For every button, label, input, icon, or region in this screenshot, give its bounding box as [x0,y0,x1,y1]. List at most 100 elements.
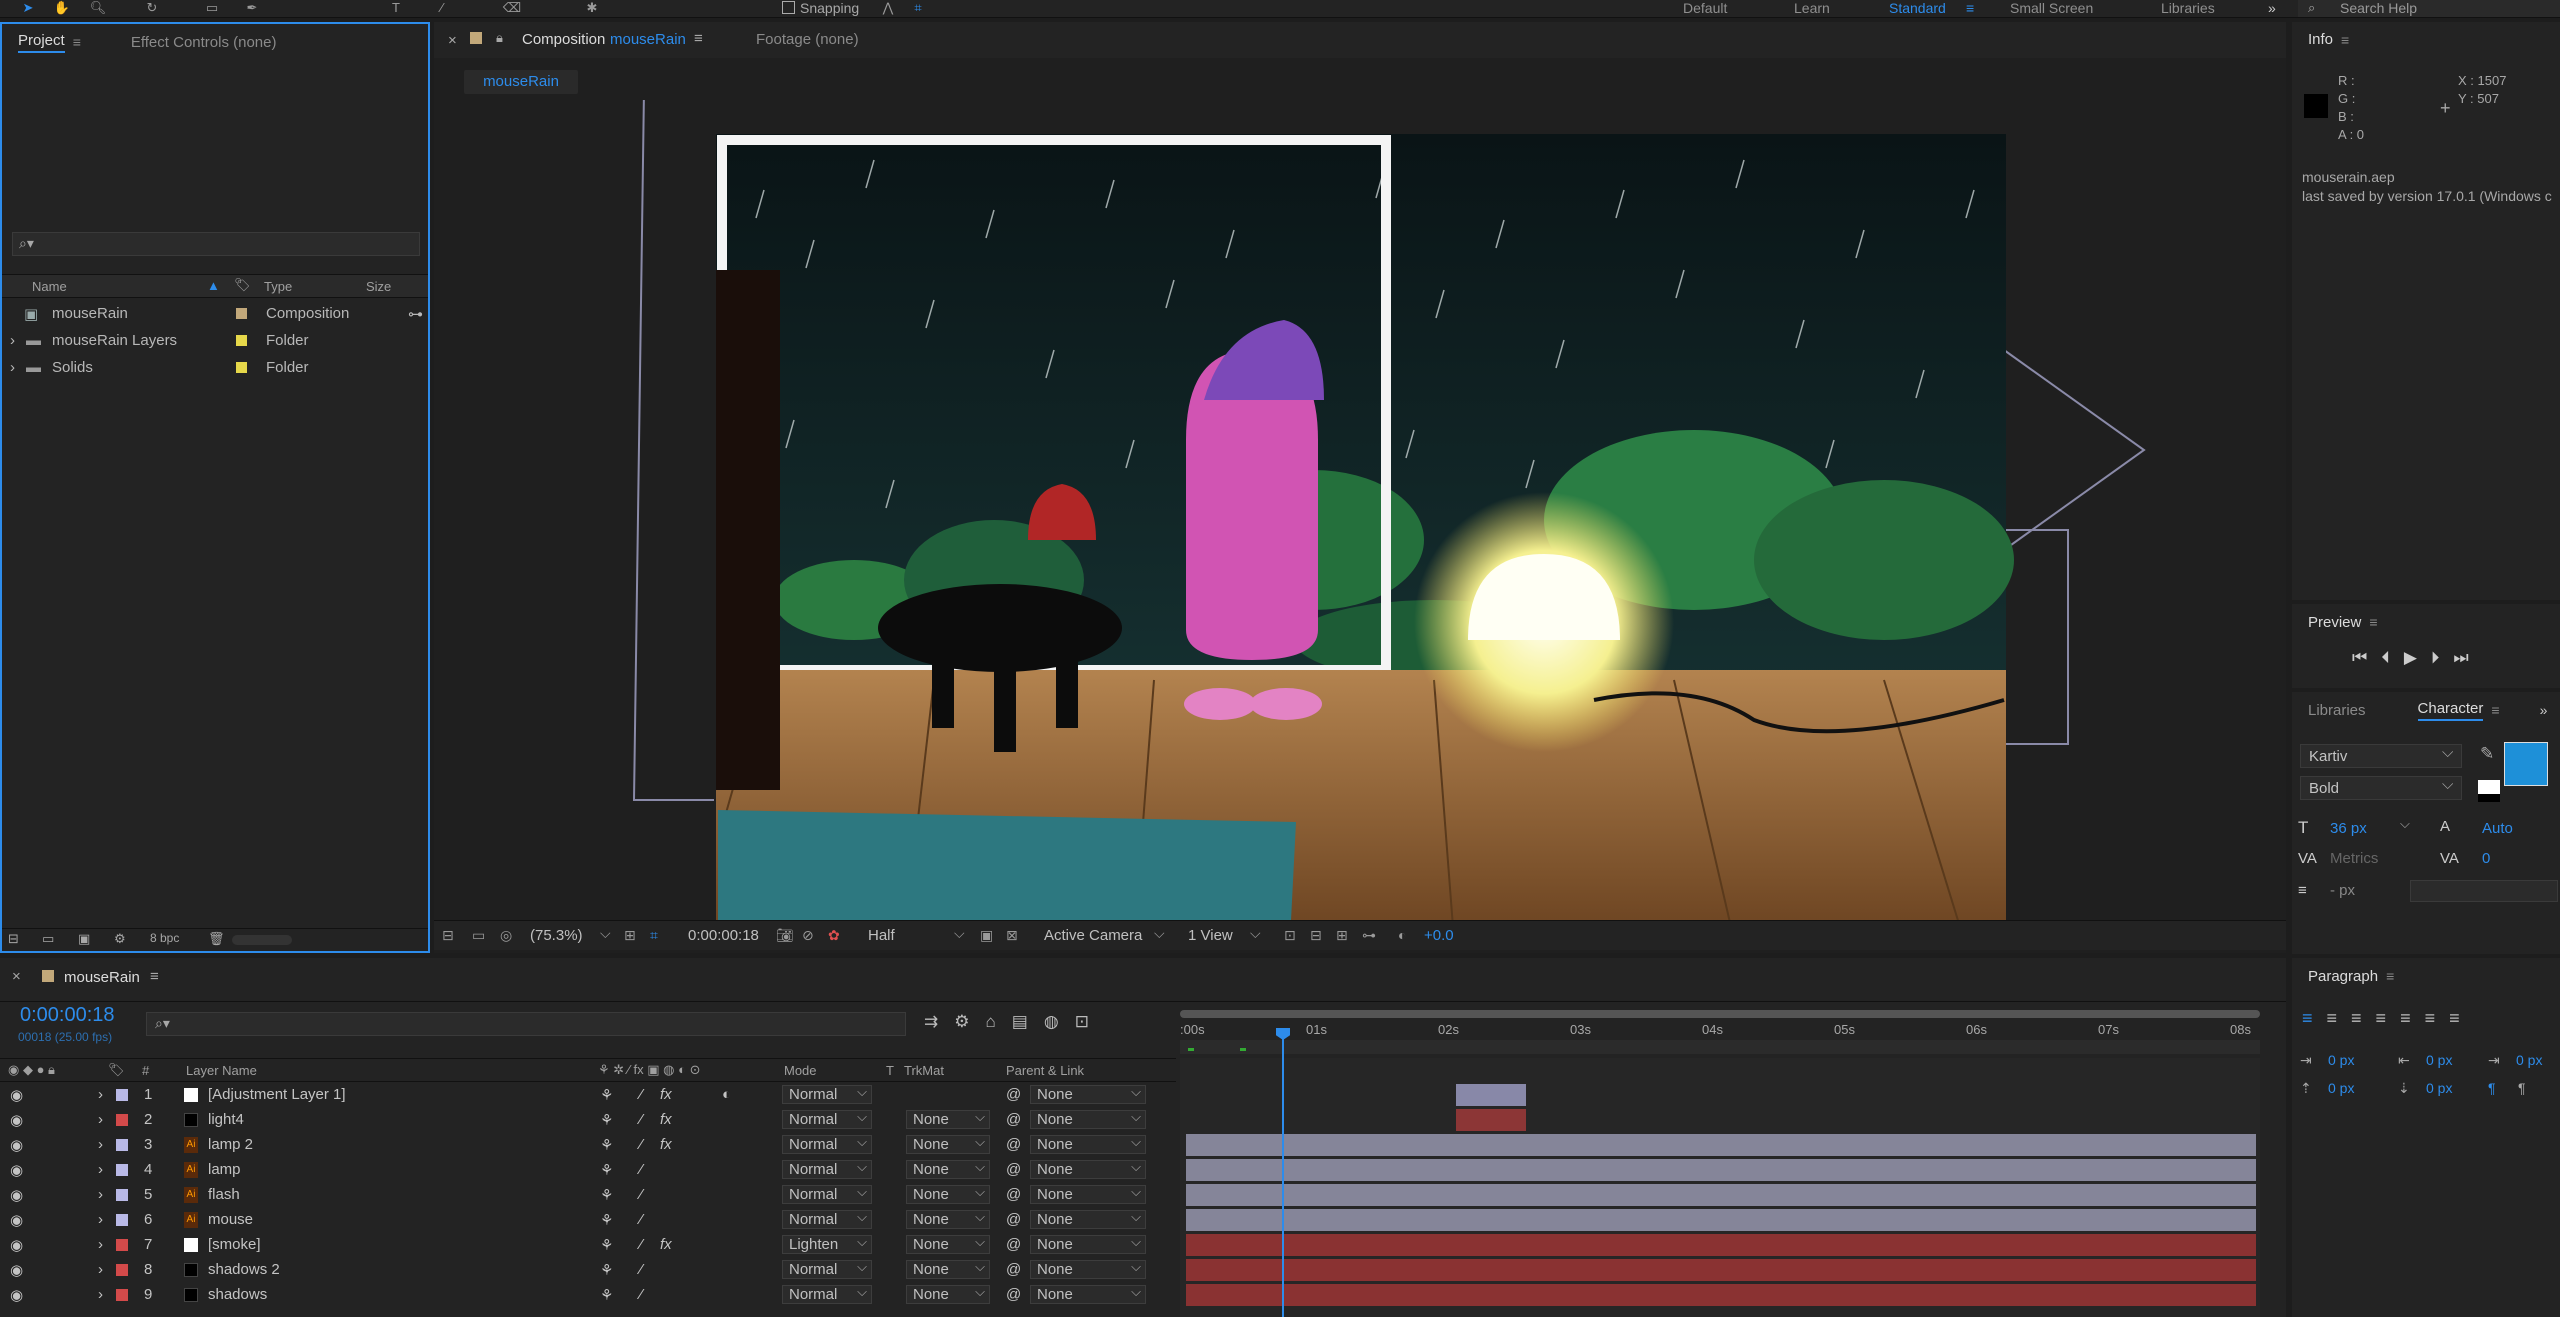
leading-value[interactable]: Auto [2482,820,2513,837]
composition-viewer[interactable] [434,100,2286,942]
new-composition-icon[interactable]: ▣ [78,931,90,947]
ltr-direction-icon[interactable]: ¶ [2488,1080,2496,1096]
layer-row[interactable]: ◉ › 8 shadows 2 ⚘ ⁄ Normal None @ None [0,1257,1170,1282]
reset-exposure-icon[interactable]: ◐ [1398,927,1406,943]
align-left-icon[interactable]: ≡ [2302,1008,2327,1028]
composition-menu-icon[interactable]: ≡ [694,30,703,47]
layer-duration-bar[interactable] [1456,1109,1526,1131]
transparency-grid-icon[interactable]: ⊠ [1006,927,1018,944]
stroke-color-swatch[interactable] [2478,780,2500,802]
tab-composition-label[interactable]: Composition [522,31,605,48]
prev-frame-icon[interactable]: ⏴ [2381,648,2404,667]
comp-mini-flowchart-icon[interactable]: ⇉ [924,1012,954,1031]
eyedropper-icon[interactable]: ✎ [2480,744,2494,764]
trkmat-dropdown[interactable]: None [906,1258,990,1279]
parent-dropdown[interactable]: None [1030,1283,1146,1304]
play-icon[interactable]: ▶ [2404,648,2431,667]
layer-name[interactable]: [smoke] [208,1236,261,1253]
mode-dropdown[interactable]: Normal [782,1183,872,1204]
layer-label-color[interactable] [116,1239,128,1251]
eye-icon[interactable]: ◉ [10,1086,23,1104]
layer-row[interactable]: ◉ › 4 Ai lamp ⚘ ⁄ Normal None @ None [0,1157,1170,1182]
workspace-standard[interactable]: Standard [1889,0,1946,16]
pickwhip-icon[interactable]: @ [1006,1086,1021,1103]
layer-name[interactable]: shadows 2 [208,1261,280,1278]
mode-dropdown[interactable]: Normal [782,1258,872,1279]
flowchart-icon[interactable]: ⊶ [408,305,423,323]
expand-chevron-icon[interactable]: › [98,1161,103,1178]
layer-duration-bar[interactable] [1186,1259,2256,1281]
monitor-icon[interactable]: ▭ [472,927,485,944]
layer-duration-bar[interactable] [1456,1084,1526,1106]
timeline-menu-icon[interactable]: ≡ [150,968,159,985]
layer-row[interactable]: ◉ › 5 Ai flash ⚘ ⁄ Normal None @ None [0,1182,1170,1207]
pickwhip-icon[interactable]: @ [1006,1161,1021,1178]
expand-chevron-icon[interactable]: › [98,1136,103,1153]
font-style-dropdown[interactable]: Bold [2300,776,2462,800]
layer-row[interactable]: ◉ › 2 light4 ⚘ ⁄ fx Normal None @ None [0,1107,1170,1132]
pickwhip-icon[interactable]: @ [1006,1261,1021,1278]
trkmat-dropdown[interactable]: None [906,1183,990,1204]
eye-icon[interactable]: ◉ [10,1211,23,1229]
hand-tool-icon[interactable]: ✋ [50,0,74,16]
parent-dropdown[interactable]: None [1030,1108,1146,1129]
rtl-direction-icon[interactable]: ¶ [2518,1080,2526,1096]
parent-dropdown[interactable]: None [1030,1208,1146,1229]
timeline-search-input[interactable]: ⌕▾ [146,1012,906,1036]
resolution-dropdown[interactable]: Half [868,927,895,944]
space-after-value[interactable]: 0 px [2426,1080,2452,1096]
snapping-checkbox[interactable] [782,1,795,14]
new-folder-icon[interactable]: ▭ [42,931,54,947]
eraser-tool-icon[interactable]: ⌫ [500,0,524,16]
draft-3d-icon[interactable]: ⚙ [954,1012,985,1031]
layer-name[interactable]: lamp 2 [208,1136,253,1153]
pickwhip-icon[interactable]: @ [1006,1111,1021,1128]
frame-blending-icon[interactable]: ▤ [1012,1012,1044,1031]
layer-name[interactable]: light4 [208,1111,244,1128]
rectangle-tool-icon[interactable]: ▭ [200,0,224,16]
parent-dropdown[interactable]: None [1030,1083,1146,1104]
mode-dropdown[interactable]: Lighten [782,1233,872,1254]
playhead-line[interactable] [1282,1032,1284,1317]
expand-chevron-icon[interactable]: › [10,359,15,376]
justify-all-icon[interactable]: ≡ [2449,1008,2474,1028]
quality-switch-icon[interactable]: ⁄ [640,1211,643,1228]
align-center-icon[interactable]: ≡ [2327,1008,2352,1028]
column-layer-name[interactable]: Layer Name [186,1063,257,1078]
eye-icon[interactable]: ◉ [10,1261,23,1279]
trkmat-dropdown[interactable]: None [906,1208,990,1229]
layer-duration-bar[interactable] [1186,1134,2256,1156]
parent-dropdown[interactable]: None [1030,1183,1146,1204]
project-settings-icon[interactable]: ⚙ [114,931,126,947]
layer-label-color[interactable] [116,1189,128,1201]
current-time-display[interactable]: 0:00:00:18 [688,927,759,944]
layer-row[interactable]: ◉ › 9 shadows ⚘ ⁄ Normal None @ None [0,1282,1170,1307]
space-before-value[interactable]: 0 px [2328,1080,2354,1096]
quality-switch-icon[interactable]: ⁄ [640,1086,643,1103]
show-snapshot-icon[interactable]: ⊘ [802,927,814,944]
justify-last-right-icon[interactable]: ≡ [2425,1008,2450,1028]
pickwhip-icon[interactable]: @ [1006,1186,1021,1203]
fx-switch-icon[interactable]: fx [660,1136,672,1153]
fill-color-swatch[interactable] [2504,742,2548,786]
workspace-libraries[interactable]: Libraries [2161,0,2215,16]
snapshot-icon[interactable]: 📷︎ [776,927,794,944]
parent-dropdown[interactable]: None [1030,1233,1146,1254]
layer-label-color[interactable] [116,1289,128,1301]
eye-icon[interactable]: ◉ [10,1136,23,1154]
justify-last-center-icon[interactable]: ≡ [2400,1008,2425,1028]
next-frame-icon[interactable]: ⏵ [2431,648,2454,667]
tab-composition-name[interactable]: mouseRain [610,31,686,48]
character-menu-icon[interactable]: ≡ [2491,702,2499,718]
mode-dropdown[interactable]: Normal [782,1208,872,1229]
layer-name[interactable]: shadows [208,1286,267,1303]
workspace-menu-icon[interactable]: ≡ [1966,0,1974,16]
fx-switch-icon[interactable]: fx [660,1236,672,1253]
zoom-dropdown-icon[interactable]: ⌵ [600,925,611,942]
always-preview-icon[interactable]: ⊟ [442,927,454,944]
time-navigator[interactable] [1180,1040,2260,1054]
selection-tool-icon[interactable]: ➤ [16,0,40,16]
project-item[interactable]: › ▬ Solids Folder [2,354,426,381]
mode-dropdown[interactable]: Normal [782,1083,872,1104]
quality-switch-icon[interactable]: ⁄ [640,1161,643,1178]
